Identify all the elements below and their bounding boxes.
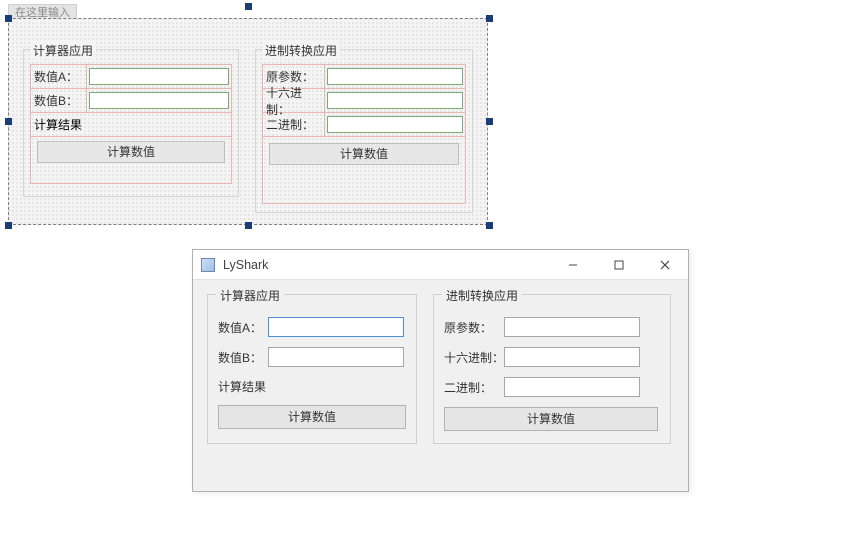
calc-result-label: 计算结果	[218, 377, 406, 395]
designer-calc-label-b[interactable]: 数值B：	[31, 89, 87, 112]
calc-field-b[interactable]	[268, 347, 404, 367]
resize-handle-nw-icon[interactable]	[5, 15, 12, 22]
minimize-icon	[568, 260, 578, 270]
maximize-button[interactable]	[596, 250, 642, 279]
conv-button[interactable]: 计算数值	[444, 407, 658, 431]
window-title: LyShark	[223, 258, 268, 272]
resize-handle-ne-icon[interactable]	[486, 15, 493, 22]
conv-field-bin[interactable]	[504, 377, 640, 397]
designer-conv-inner[interactable]: 原参数： 十六进制： 二进制： 计算数值	[262, 64, 466, 204]
minimize-button[interactable]	[550, 250, 596, 279]
conv-label-bin: 二进制：	[444, 379, 504, 396]
close-button[interactable]	[642, 250, 688, 279]
conv-field-param[interactable]	[504, 317, 640, 337]
resize-handle-se-icon[interactable]	[486, 222, 493, 229]
resize-handle-n-icon[interactable]	[245, 3, 252, 10]
calc-group-title: 计算器应用	[216, 287, 284, 304]
designer-conv-field-hex[interactable]	[327, 92, 463, 109]
conv-label-hex: 十六进制：	[444, 349, 504, 366]
designer-calc-field-a[interactable]	[89, 68, 229, 85]
calc-field-a[interactable]	[268, 317, 404, 337]
app-icon	[201, 258, 215, 272]
designer-calc-label-a[interactable]: 数值A：	[31, 65, 87, 88]
designer-calc-field-b[interactable]	[89, 92, 229, 109]
designer-conv-group[interactable]: 进制转换应用 原参数： 十六进制： 二进制： 计算数值	[255, 49, 473, 213]
resize-handle-w-icon[interactable]	[5, 118, 12, 125]
calc-group: 计算器应用 数值A： 数值B： 计算结果 计算数值	[207, 294, 417, 444]
designer-conv-field-param[interactable]	[327, 68, 463, 85]
designer-conv-label-bin[interactable]: 二进制：	[263, 113, 325, 136]
resize-handle-s-icon[interactable]	[245, 222, 252, 229]
runtime-window: LyShark 计算器应用 数值A： 数值B： 计算结果	[192, 249, 689, 492]
designer-calc-result-label[interactable]: 计算结果	[31, 113, 231, 137]
titlebar[interactable]: LyShark	[193, 250, 688, 280]
designer-title-hint[interactable]: 在这里输入	[8, 4, 77, 19]
calc-button[interactable]: 计算数值	[218, 405, 406, 429]
maximize-icon	[614, 260, 624, 270]
conv-group: 进制转换应用 原参数： 十六进制： 二进制： 计算数值	[433, 294, 671, 444]
designer-calc-group-title[interactable]: 计算器应用	[30, 42, 96, 59]
designer-conv-field-bin[interactable]	[327, 116, 463, 133]
designer-canvas[interactable]: 计算器应用 数值A： 数值B： 计算结果 计算数值 进制转换应用 原参数： 十六…	[8, 18, 488, 225]
conv-label-param: 原参数：	[444, 319, 504, 336]
designer-conv-button[interactable]: 计算数值	[269, 143, 459, 165]
conv-field-hex[interactable]	[504, 347, 640, 367]
resize-handle-e-icon[interactable]	[486, 118, 493, 125]
resize-handle-sw-icon[interactable]	[5, 222, 12, 229]
designer-calc-button[interactable]: 计算数值	[37, 141, 225, 163]
close-icon	[660, 260, 670, 270]
designer-calc-group[interactable]: 计算器应用 数值A： 数值B： 计算结果 计算数值	[23, 49, 239, 197]
calc-label-a: 数值A：	[218, 319, 268, 336]
conv-group-title: 进制转换应用	[442, 287, 522, 304]
designer-conv-group-title[interactable]: 进制转换应用	[262, 42, 340, 59]
designer-calc-inner[interactable]: 数值A： 数值B： 计算结果 计算数值	[30, 64, 232, 184]
designer-conv-label-hex[interactable]: 十六进制：	[263, 89, 325, 112]
calc-label-b: 数值B：	[218, 349, 268, 366]
